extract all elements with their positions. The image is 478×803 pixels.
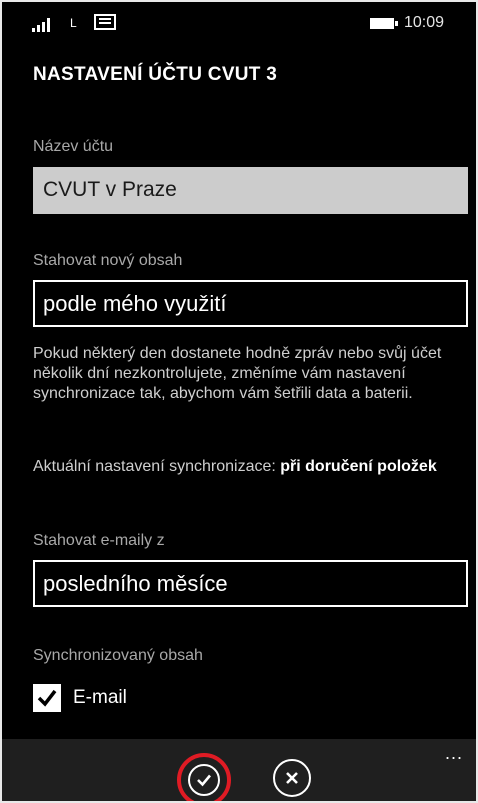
confirm-button[interactable] [177, 753, 231, 801]
checkmark-icon [37, 689, 57, 707]
message-icon [94, 14, 116, 30]
info-paragraph: Pokud některý den dostanete hodně zpráv … [33, 345, 442, 402]
network-type: L [70, 16, 77, 30]
status-bar: L 10:09 [2, 2, 476, 42]
close-icon [286, 772, 298, 784]
battery-icon [370, 18, 398, 29]
download-emails-select[interactable]: posledního měsíce [33, 560, 468, 607]
current-sync-value: při doručení položek [280, 458, 437, 475]
more-button[interactable]: ... [445, 743, 463, 764]
current-sync-text: Aktuální nastavení synchronizace: při do… [33, 457, 473, 477]
download-emails-label: Stahovat e-maily z [33, 532, 165, 549]
app-bar: ... [2, 739, 476, 801]
signal-strength-icon [32, 18, 62, 32]
account-name-label: Název účtu [33, 138, 114, 155]
download-content-label: Stahovat nový obsah [33, 252, 183, 269]
page-title: NASTAVENÍ ÚČTU CVUT 3 [33, 64, 278, 85]
download-content-select[interactable]: podle mého využití [33, 280, 468, 327]
email-checkbox[interactable] [33, 684, 61, 712]
check-icon [188, 764, 220, 796]
phone-screen: L 10:09 NASTAVENÍ ÚČTU CVUT 3 Název účtu… [0, 0, 478, 803]
cancel-button[interactable] [273, 759, 311, 797]
synced-content-label: Synchronizovaný obsah [33, 647, 203, 664]
current-sync-label: Aktuální nastavení synchronizace: [33, 458, 276, 475]
clock: 10:09 [404, 14, 445, 31]
account-name-field[interactable]: CVUT v Praze [33, 167, 468, 214]
email-checkbox-label: E-mail [73, 687, 127, 708]
